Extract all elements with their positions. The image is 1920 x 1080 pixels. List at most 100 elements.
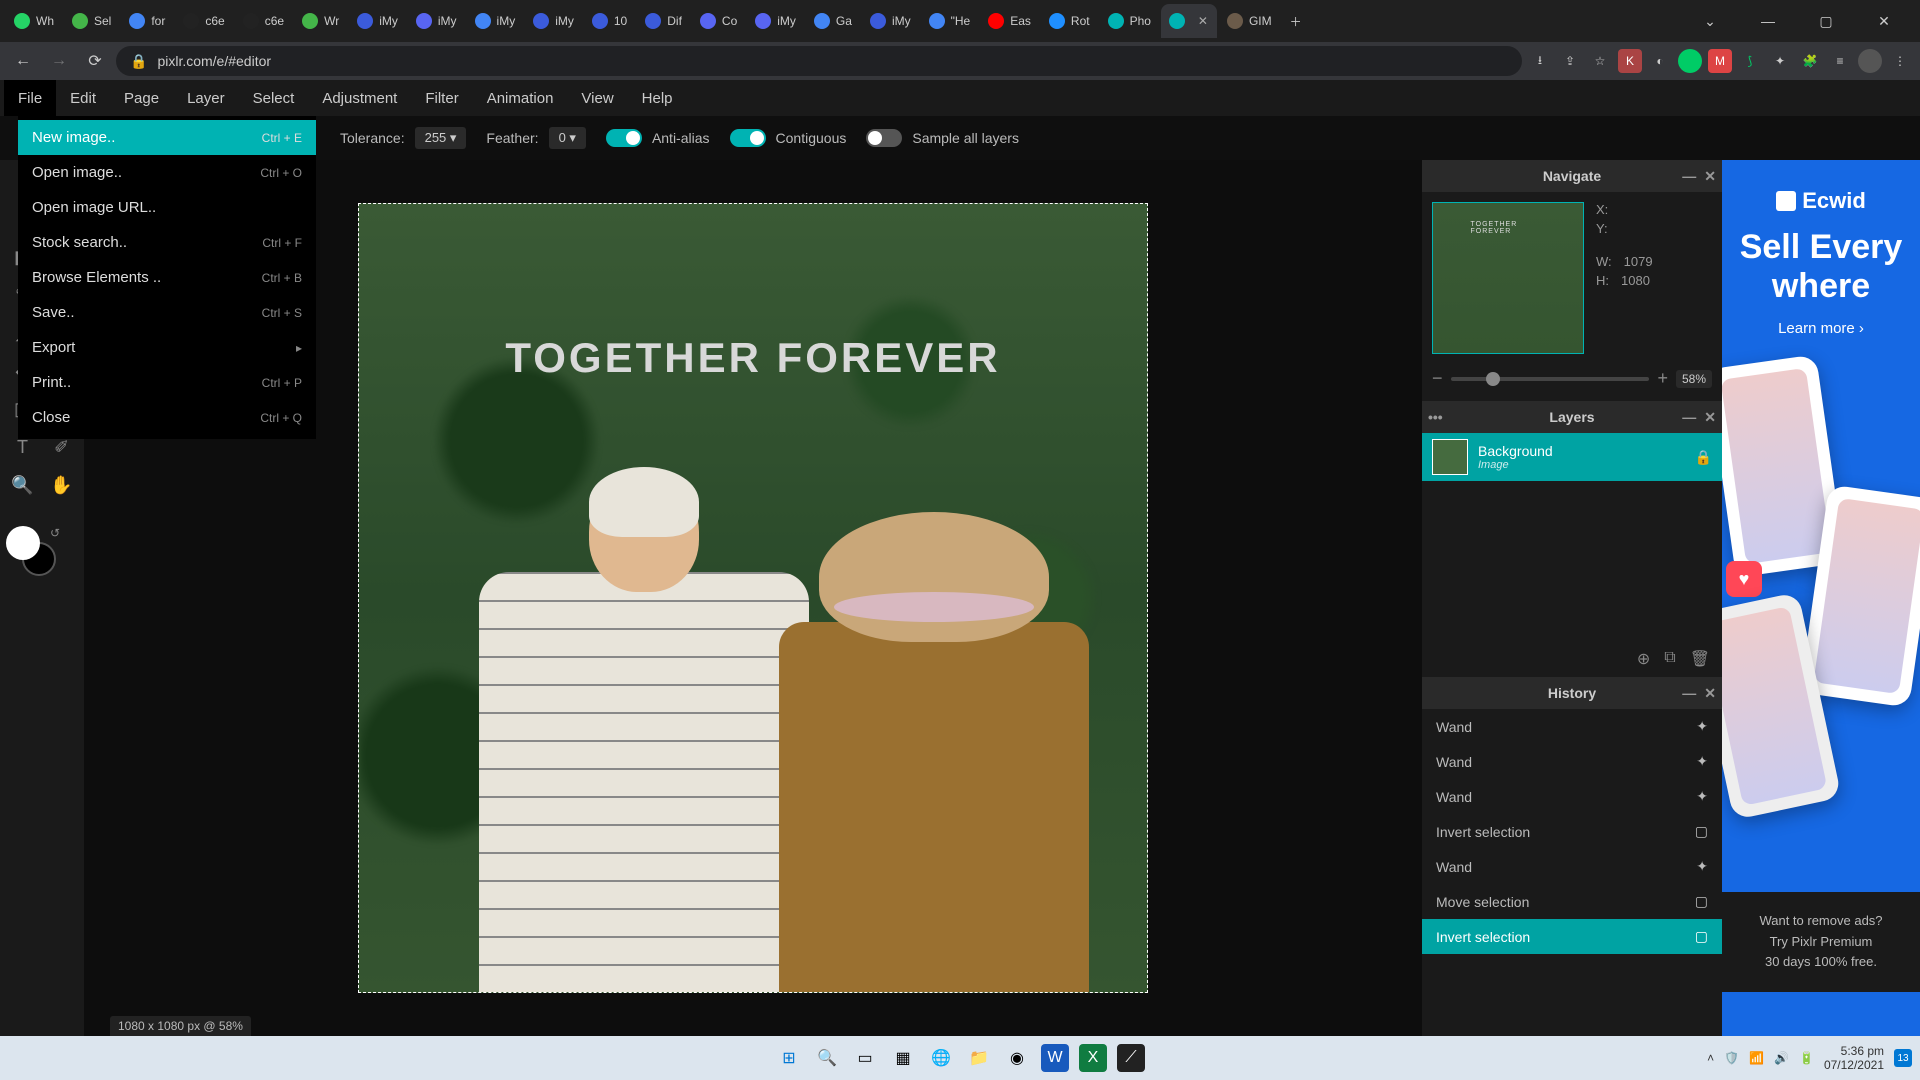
browser-tab[interactable]: "He bbox=[921, 4, 979, 38]
file-menu-item[interactable]: New image..Ctrl + E bbox=[18, 120, 316, 155]
tab-dropdown-icon[interactable]: ⌄ bbox=[1690, 6, 1730, 36]
browser-tab[interactable]: Wh bbox=[6, 4, 62, 38]
file-menu-item[interactable]: Open image URL.. bbox=[18, 190, 316, 225]
browser-tab[interactable]: iMy bbox=[862, 4, 919, 38]
notification-badge[interactable]: 13 bbox=[1894, 1049, 1912, 1067]
file-menu-item[interactable]: Browse Elements ..Ctrl + B bbox=[18, 260, 316, 295]
browser-tab[interactable]: iMy bbox=[349, 4, 406, 38]
ext2-icon[interactable]: ⟆ bbox=[1738, 49, 1762, 73]
history-item[interactable]: Wand✦ bbox=[1422, 709, 1722, 744]
file-menu-item[interactable]: Export▸ bbox=[18, 330, 316, 365]
file-menu-item[interactable]: Open image..Ctrl + O bbox=[18, 155, 316, 190]
history-item[interactable]: Wand✦ bbox=[1422, 744, 1722, 779]
browser-tab[interactable]: iMy bbox=[467, 4, 524, 38]
address-bar[interactable]: 🔒 pixlr.com/e/#editor bbox=[116, 46, 1522, 76]
history-item[interactable]: Move selection▢ bbox=[1422, 884, 1722, 919]
word-icon[interactable]: W bbox=[1041, 1044, 1069, 1072]
menu-view[interactable]: View bbox=[567, 80, 627, 116]
ad-cta[interactable]: Learn more › bbox=[1778, 320, 1864, 337]
browser-tab[interactable]: Co bbox=[692, 4, 745, 38]
layers-options-icon[interactable]: ••• bbox=[1428, 409, 1443, 425]
maximize-icon[interactable]: ▢ bbox=[1806, 6, 1846, 36]
install-icon[interactable]: ⭳ bbox=[1528, 49, 1552, 73]
search-icon[interactable]: 🔍 bbox=[813, 1044, 841, 1072]
browser-tab[interactable]: c6e bbox=[235, 4, 292, 38]
explorer-icon[interactable]: 📁 bbox=[965, 1044, 993, 1072]
reading-list-icon[interactable]: ≡ bbox=[1828, 49, 1852, 73]
tab-close-icon[interactable]: ✕ bbox=[1197, 15, 1209, 27]
app-icon[interactable]: ⟋ bbox=[1117, 1044, 1145, 1072]
color-swatches[interactable]: ↺ bbox=[6, 526, 56, 576]
gmail-icon[interactable]: M bbox=[1708, 49, 1732, 73]
panel-minimize-icon[interactable]: — bbox=[1682, 409, 1696, 426]
browser-tab[interactable]: Eas bbox=[980, 4, 1039, 38]
panel-close-icon[interactable]: ✕ bbox=[1704, 685, 1716, 702]
tolerance-value[interactable]: 255 ▾ bbox=[415, 127, 467, 149]
tray-security-icon[interactable]: 🛡️ bbox=[1724, 1051, 1739, 1065]
browser-tab[interactable]: iMy bbox=[747, 4, 804, 38]
browser-tab[interactable]: GIM bbox=[1219, 4, 1280, 38]
widgets-icon[interactable]: ▦ bbox=[889, 1044, 917, 1072]
file-menu-item[interactable]: Save..Ctrl + S bbox=[18, 295, 316, 330]
excel-icon[interactable]: X bbox=[1079, 1044, 1107, 1072]
browser-tab[interactable]: Rot bbox=[1041, 4, 1098, 38]
feather-value[interactable]: 0 ▾ bbox=[549, 127, 586, 149]
menu-edit[interactable]: Edit bbox=[56, 80, 110, 116]
browser-tab[interactable]: for bbox=[121, 4, 173, 38]
layer-item-background[interactable]: Background Image 🔒 bbox=[1422, 433, 1722, 481]
bookmark-icon[interactable]: ☆ bbox=[1588, 49, 1612, 73]
taskview-icon[interactable]: ▭ bbox=[851, 1044, 879, 1072]
browser-tab[interactable]: 10 bbox=[584, 4, 635, 38]
tray-wifi-icon[interactable]: 📶 bbox=[1749, 1051, 1764, 1065]
zoom-slider[interactable] bbox=[1451, 377, 1650, 381]
reload-icon[interactable]: ⟳ bbox=[80, 46, 110, 76]
swap-colors-icon[interactable]: ↺ bbox=[50, 526, 60, 540]
grammarly-icon[interactable] bbox=[1678, 49, 1702, 73]
extensions-icon[interactable]: 🧩 bbox=[1798, 49, 1822, 73]
edge-icon[interactable]: 🌐 bbox=[927, 1044, 955, 1072]
menu-select[interactable]: Select bbox=[239, 80, 309, 116]
tray-volume-icon[interactable]: 🔊 bbox=[1774, 1051, 1789, 1065]
tray-chevron-icon[interactable]: ˄ bbox=[1707, 1051, 1714, 1065]
ext-icon[interactable]: ◐ bbox=[1648, 49, 1672, 73]
menu-file[interactable]: File bbox=[4, 80, 56, 116]
menu-filter[interactable]: Filter bbox=[411, 80, 472, 116]
layer-lock-icon[interactable]: 🔒 bbox=[1695, 449, 1712, 466]
menu-help[interactable]: Help bbox=[628, 80, 687, 116]
file-menu-item[interactable]: Stock search..Ctrl + F bbox=[18, 225, 316, 260]
taskbar-clock[interactable]: 5:36 pm 07/12/2021 bbox=[1824, 1044, 1884, 1073]
browser-tab[interactable]: Ga bbox=[806, 4, 860, 38]
new-tab-button[interactable]: ＋ bbox=[1282, 4, 1310, 38]
menu-page[interactable]: Page bbox=[110, 80, 173, 116]
foreground-swatch[interactable] bbox=[6, 526, 40, 560]
panel-close-icon[interactable]: ✕ bbox=[1704, 409, 1716, 426]
history-item[interactable]: Invert selection▢ bbox=[1422, 814, 1722, 849]
history-item[interactable]: Wand✦ bbox=[1422, 779, 1722, 814]
tray-battery-icon[interactable]: 🔋 bbox=[1799, 1051, 1814, 1065]
panel-minimize-icon[interactable]: — bbox=[1682, 168, 1696, 185]
navigate-thumbnail[interactable] bbox=[1432, 202, 1584, 354]
contiguous-toggle[interactable] bbox=[730, 129, 766, 147]
duplicate-layer-icon[interactable]: ⧉ bbox=[1664, 649, 1675, 669]
file-menu-item[interactable]: CloseCtrl + Q bbox=[18, 400, 316, 435]
add-layer-icon[interactable]: ⊕ bbox=[1637, 649, 1650, 669]
profile-icon[interactable]: K bbox=[1618, 49, 1642, 73]
browser-tab[interactable]: iMy bbox=[408, 4, 465, 38]
start-icon[interactable]: ⊞ bbox=[775, 1044, 803, 1072]
avatar-icon[interactable] bbox=[1858, 49, 1882, 73]
menu-adjustment[interactable]: Adjustment bbox=[308, 80, 411, 116]
ad-footer[interactable]: Want to remove ads? Try Pixlr Premium 30… bbox=[1722, 892, 1920, 992]
history-item[interactable]: Invert selection▢ bbox=[1422, 919, 1722, 954]
file-menu-item[interactable]: Print..Ctrl + P bbox=[18, 365, 316, 400]
zoom-in-icon[interactable]: + bbox=[1657, 368, 1668, 389]
minimize-icon[interactable]: — bbox=[1748, 6, 1788, 36]
chrome-icon[interactable]: ◉ bbox=[1003, 1044, 1031, 1072]
browser-tab[interactable]: Sel bbox=[64, 4, 119, 38]
share-icon[interactable]: ⇪ bbox=[1558, 49, 1582, 73]
history-item[interactable]: Wand✦ bbox=[1422, 849, 1722, 884]
browser-tab[interactable]: iMy bbox=[525, 4, 582, 38]
tool-hand-icon[interactable]: ✋ bbox=[45, 468, 78, 502]
browser-tab[interactable]: Wr bbox=[294, 4, 347, 38]
ext3-icon[interactable]: ✦ bbox=[1768, 49, 1792, 73]
browser-tab[interactable]: Pho bbox=[1100, 4, 1159, 38]
